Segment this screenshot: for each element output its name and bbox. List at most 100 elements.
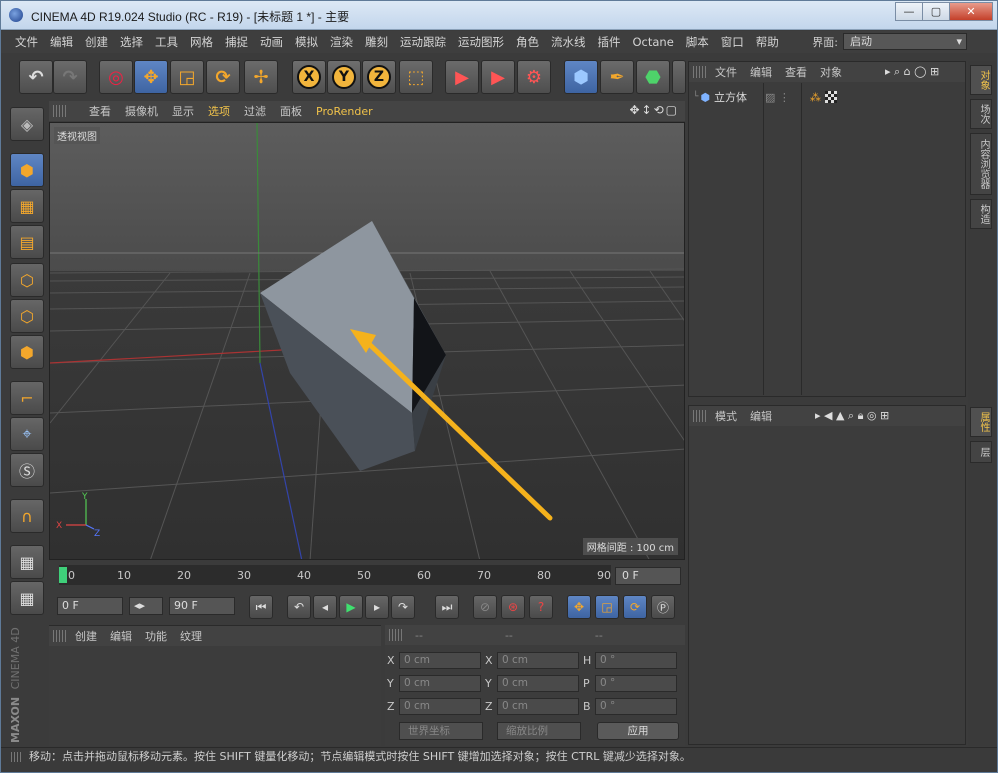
size-y-field[interactable]: 0 cm bbox=[497, 674, 579, 692]
menu-script[interactable]: 脚本 bbox=[686, 34, 709, 50]
viewport-menu-cameras[interactable]: 摄像机 bbox=[125, 103, 158, 119]
record-keyframe-icon[interactable]: ⊛ bbox=[501, 595, 525, 619]
scale-mode-select[interactable]: 缩放比例 bbox=[497, 722, 581, 740]
object-row-cube[interactable]: └ ⬢ 立方体 ▨ ⋮ ⁂ bbox=[693, 89, 837, 105]
goto-end-icon[interactable]: ⏭ bbox=[435, 595, 459, 619]
objects-menu-file[interactable]: 文件 bbox=[715, 64, 737, 80]
cube-primitive-icon[interactable]: ⬢ bbox=[564, 60, 598, 94]
tab-structure[interactable]: 构造 bbox=[970, 199, 992, 229]
move-tool-icon[interactable]: ✥ bbox=[134, 60, 168, 94]
redo-icon[interactable]: ↷ bbox=[53, 60, 87, 94]
timeline-ruler[interactable]: 0 10 20 30 40 50 60 70 80 90 bbox=[59, 565, 611, 585]
tab-layers[interactable]: 层 bbox=[970, 441, 992, 463]
coordinate-system-icon[interactable]: ⬚ bbox=[399, 60, 433, 94]
menu-window[interactable]: 窗口 bbox=[721, 34, 744, 50]
viewport-menu-options[interactable]: 选项 bbox=[208, 103, 230, 119]
end-frame-field[interactable]: 90 F bbox=[169, 597, 235, 615]
viewport-menu-display[interactable]: 显示 bbox=[172, 103, 194, 119]
next-frame-icon[interactable]: ▸ bbox=[365, 595, 389, 619]
perspective-viewport[interactable]: Y X Z 透视视图 网格间距 : 100 cm bbox=[49, 122, 685, 560]
model-mode-icon[interactable]: ⬢ bbox=[10, 153, 44, 187]
layout-select[interactable]: 启动 bbox=[843, 33, 967, 50]
rotation-h-field[interactable]: 0 ° bbox=[595, 651, 677, 669]
menu-snap[interactable]: 捕捉 bbox=[225, 34, 248, 50]
object-name[interactable]: 立方体 bbox=[714, 89, 747, 105]
key-rotation-icon[interactable]: ⟳ bbox=[623, 595, 647, 619]
panel-grip-icon[interactable] bbox=[693, 410, 707, 422]
minimize-button[interactable]: — bbox=[895, 2, 923, 21]
render-to-picture-viewer-icon[interactable]: ▶ bbox=[481, 60, 515, 94]
start-frame-field[interactable]: 0 F bbox=[57, 597, 123, 615]
viewport-menu-filter[interactable]: 过滤 bbox=[244, 103, 266, 119]
prev-key-icon[interactable]: ↶ bbox=[287, 595, 311, 619]
panel-grip-icon[interactable] bbox=[389, 629, 403, 641]
apply-button[interactable]: 应用 bbox=[597, 722, 679, 740]
size-x-field[interactable]: 0 cm bbox=[497, 651, 579, 669]
tab-content-browser[interactable]: 内容浏览器 bbox=[970, 133, 992, 195]
viewport-menu-view[interactable]: 查看 bbox=[89, 103, 111, 119]
frame-stepper[interactable]: ◂▸ bbox=[129, 597, 163, 615]
menu-edit[interactable]: 编辑 bbox=[50, 34, 73, 50]
menu-create[interactable]: 创建 bbox=[85, 34, 108, 50]
menu-simulate[interactable]: 模拟 bbox=[295, 34, 318, 50]
keyframe-disabled-icon[interactable]: ⊘ bbox=[473, 595, 497, 619]
prev-frame-icon[interactable]: ◂ bbox=[313, 595, 337, 619]
objects-menu-objects[interactable]: 对象 bbox=[820, 64, 842, 80]
material-menu-texture[interactable]: 纹理 bbox=[180, 628, 202, 644]
viewport-menu-prorender[interactable]: ProRender bbox=[316, 105, 373, 118]
position-z-field[interactable]: 0 cm bbox=[399, 697, 481, 715]
workplane-mode-icon[interactable]: ▤ bbox=[10, 225, 44, 259]
menu-motion-tracking[interactable]: 运动跟踪 bbox=[400, 34, 446, 50]
size-z-field[interactable]: 0 cm bbox=[497, 697, 579, 715]
material-menu-edit[interactable]: 编辑 bbox=[110, 628, 132, 644]
scale-tool-icon[interactable]: ◲ bbox=[170, 60, 204, 94]
key-parameter-icon[interactable]: Ⓟ bbox=[651, 595, 675, 619]
material-menu-create[interactable]: 创建 bbox=[75, 628, 97, 644]
viewport-menu-panel[interactable]: 面板 bbox=[280, 103, 302, 119]
tab-objects[interactable]: 对象 bbox=[970, 65, 992, 95]
tab-attributes[interactable]: 属性 bbox=[970, 407, 992, 437]
attributes-menu-edit[interactable]: 编辑 bbox=[750, 408, 772, 424]
texture-mode-icon[interactable]: ▦ bbox=[10, 189, 44, 223]
rotation-b-field[interactable]: 0 ° bbox=[595, 697, 677, 715]
material-menu-function[interactable]: 功能 bbox=[145, 628, 167, 644]
position-y-field[interactable]: 0 cm bbox=[399, 674, 481, 692]
goto-start-icon[interactable]: ⏮ bbox=[249, 595, 273, 619]
make-editable-icon[interactable]: ◈ bbox=[10, 107, 44, 141]
snap-magnet-icon[interactable]: ∩ bbox=[10, 499, 44, 533]
render-view-icon[interactable]: ▶ bbox=[445, 60, 479, 94]
position-x-field[interactable]: 0 cm bbox=[399, 651, 481, 669]
menu-plugins[interactable]: 插件 bbox=[598, 34, 621, 50]
undo-icon[interactable]: ↶ bbox=[19, 60, 53, 94]
recent-tool-icon[interactable]: ✢ bbox=[244, 60, 278, 94]
key-scale-icon[interactable]: ◲ bbox=[595, 595, 619, 619]
phong-tag-icon[interactable]: ⁂ bbox=[810, 91, 821, 104]
menu-file[interactable]: 文件 bbox=[15, 34, 38, 50]
panel-grip-icon[interactable] bbox=[53, 105, 67, 117]
subdivision-surface-icon[interactable]: ⬣ bbox=[636, 60, 670, 94]
axis-mode-icon[interactable]: ⌐ bbox=[10, 381, 44, 415]
live-selection-icon[interactable]: ◎ bbox=[99, 60, 133, 94]
world-coordinates-select[interactable]: 世界坐标 bbox=[399, 722, 483, 740]
planar-workplane-icon[interactable]: ▦ bbox=[10, 581, 44, 615]
menu-select[interactable]: 选择 bbox=[120, 34, 143, 50]
x-axis-lock-icon[interactable]: X bbox=[292, 60, 326, 94]
attribute-nav-icons[interactable]: ▸ ◀ ▲ ⌕ 🔒︎ ◎ ⊞ bbox=[815, 409, 889, 423]
next-key-icon[interactable]: ↷ bbox=[391, 595, 415, 619]
tweak-mode-icon[interactable]: ⌖ bbox=[10, 417, 44, 451]
edges-mode-icon[interactable]: ⬡ bbox=[10, 299, 44, 333]
rotation-p-field[interactable]: 0 ° bbox=[595, 674, 677, 692]
menu-sculpt[interactable]: 雕刻 bbox=[365, 34, 388, 50]
menu-mesh[interactable]: 网格 bbox=[190, 34, 213, 50]
menu-help[interactable]: 帮助 bbox=[756, 34, 779, 50]
objects-menu-edit[interactable]: 编辑 bbox=[750, 64, 772, 80]
close-button[interactable]: ✕ bbox=[949, 2, 993, 21]
rotate-tool-icon[interactable]: ⟳ bbox=[206, 60, 240, 94]
menu-character[interactable]: 角色 bbox=[516, 34, 539, 50]
menu-pipeline[interactable]: 流水线 bbox=[551, 34, 586, 50]
attributes-menu-mode[interactable]: 模式 bbox=[715, 408, 737, 424]
objects-menu-view[interactable]: 查看 bbox=[785, 64, 807, 80]
menu-octane[interactable]: Octane bbox=[633, 35, 674, 49]
key-position-icon[interactable]: ✥ bbox=[567, 595, 591, 619]
z-axis-lock-icon[interactable]: Z bbox=[362, 60, 396, 94]
